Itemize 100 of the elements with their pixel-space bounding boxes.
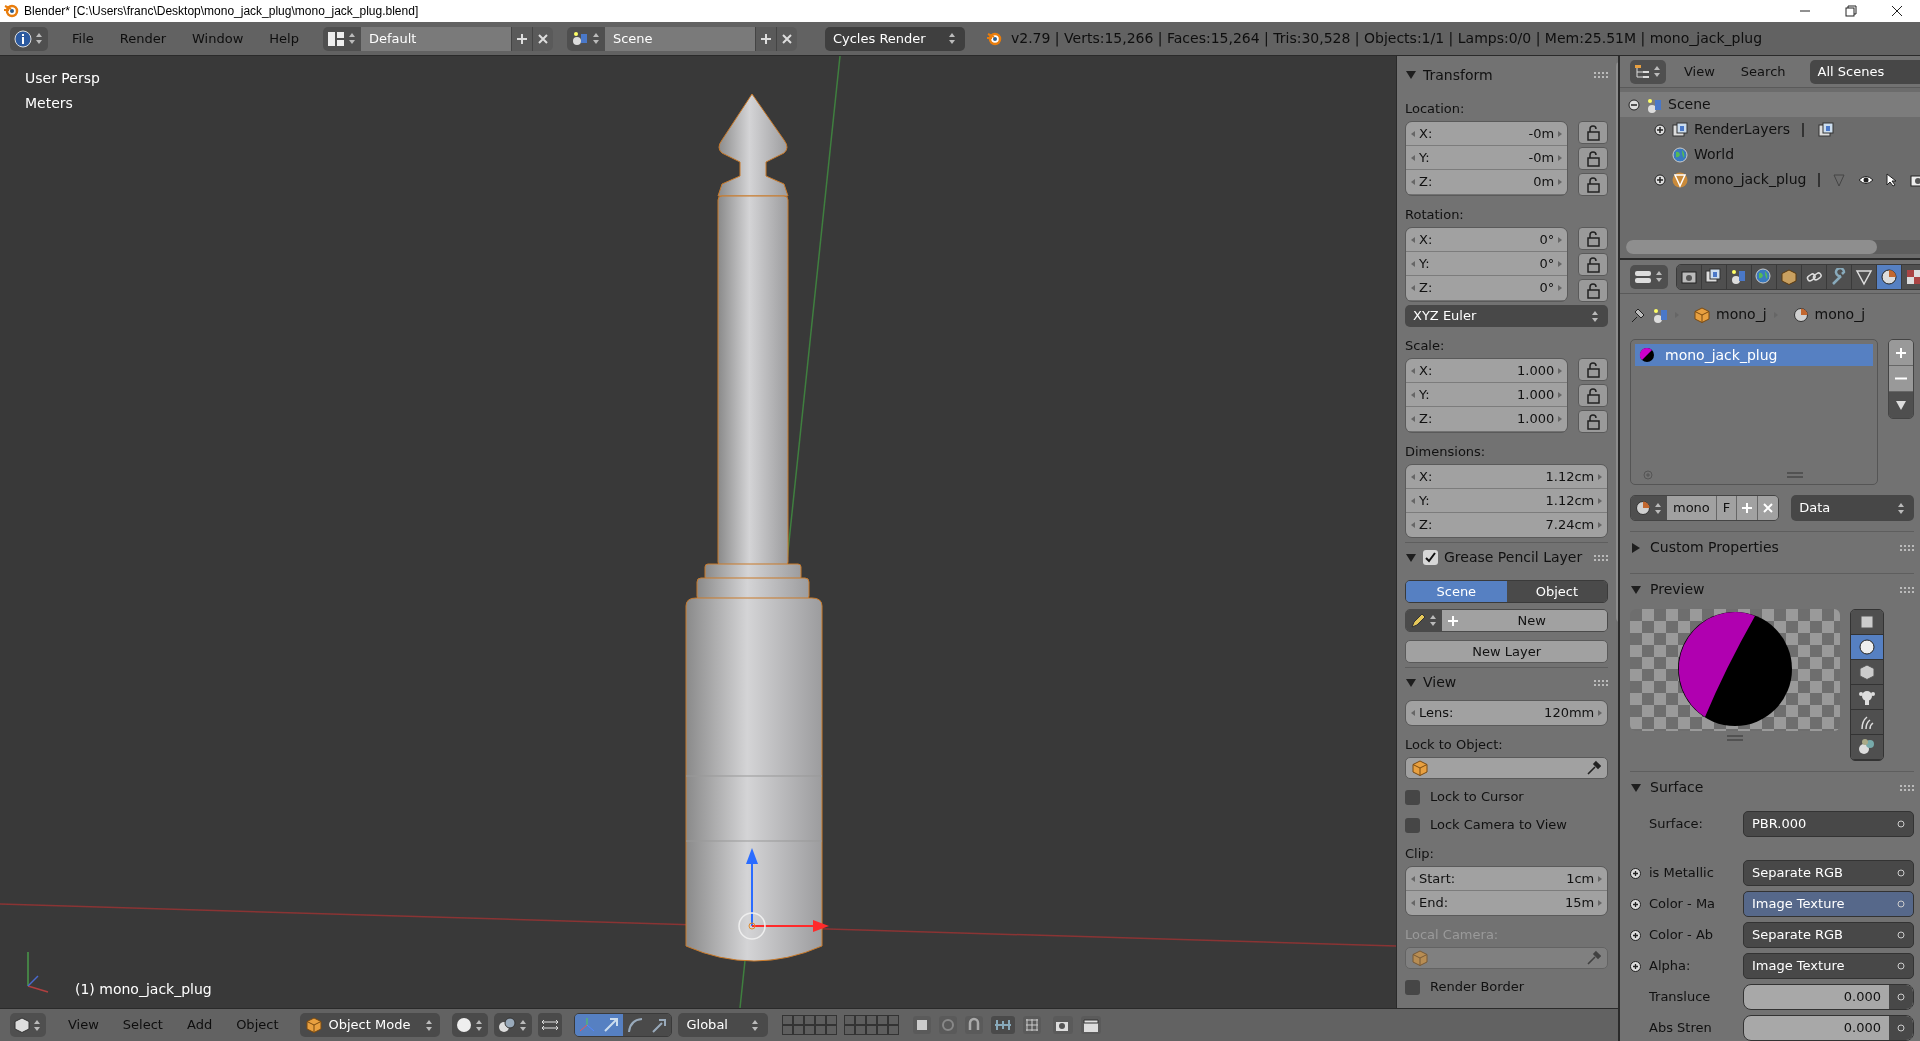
pin-icon[interactable] (1630, 306, 1646, 323)
render-camera-icon[interactable] (1052, 1015, 1075, 1035)
menu-item[interactable]: Search (1732, 61, 1794, 82)
preview-shape-button[interactable] (1851, 635, 1883, 660)
editor-type-button[interactable] (10, 1013, 46, 1037)
add-button[interactable] (510, 26, 532, 51)
node-link-dropdown[interactable]: Separate RGB (1743, 922, 1914, 948)
number-field[interactable]: X: 0° (1406, 228, 1568, 252)
transform-gizmo[interactable] (738, 848, 829, 940)
cursor-icon[interactable] (1886, 172, 1899, 187)
number-field[interactable]: Y: 0° (1406, 252, 1568, 276)
property-tab[interactable] (1752, 264, 1777, 289)
checkbox[interactable] (1405, 979, 1420, 995)
clapperboard-icon[interactable] (1080, 1015, 1103, 1035)
checkbox[interactable] (1423, 550, 1438, 565)
editor-type-button[interactable] (10, 26, 48, 51)
preview-shape-button[interactable] (1851, 735, 1883, 760)
snap-grid-icon[interactable] (1022, 1015, 1043, 1035)
browse-button[interactable] (1631, 496, 1667, 520)
link-dropdown[interactable]: Data (1791, 495, 1914, 521)
images-icon[interactable] (1818, 121, 1835, 138)
add-slot-button[interactable] (1889, 340, 1913, 367)
lock-button[interactable] (1578, 173, 1609, 196)
number-field[interactable]: Start: 1cm (1406, 867, 1608, 891)
mode-dropdown[interactable]: Object Mode (300, 1013, 441, 1037)
panel-title[interactable]: Grease Pencil Layer (1444, 547, 1583, 568)
rotation-mode-dropdown[interactable]: XYZ Euler (1405, 305, 1609, 327)
lock-button[interactable] (1578, 410, 1609, 433)
lock-layers-icon[interactable] (912, 1015, 933, 1035)
lock-button[interactable] (1578, 253, 1609, 276)
lock-button[interactable] (1578, 121, 1609, 144)
shading-dropdown[interactable] (452, 1013, 489, 1037)
object-picker-field[interactable] (1405, 757, 1609, 779)
orientation-dropdown[interactable]: Global (678, 1013, 769, 1037)
manipulator-button[interactable] (599, 1014, 624, 1036)
add-button[interactable] (1737, 496, 1759, 520)
new-layer-button[interactable]: New Layer (1405, 640, 1609, 663)
number-slider[interactable]: 0.000 (1743, 1015, 1914, 1041)
lock-button[interactable] (1578, 358, 1609, 381)
lock-button[interactable] (1578, 227, 1609, 250)
panel-title[interactable]: Surface (1650, 777, 1704, 798)
remove-slot-button[interactable] (1889, 366, 1913, 393)
lock-button[interactable] (1578, 384, 1609, 407)
manipulator-button[interactable] (647, 1014, 672, 1036)
scene-field[interactable]: Scene (604, 26, 755, 51)
number-slider[interactable]: 0.000 (1743, 984, 1914, 1010)
panel-title[interactable]: Custom Properties (1650, 537, 1779, 558)
editor-type-button[interactable] (1630, 59, 1666, 84)
material-name-field[interactable]: mono (1667, 496, 1717, 520)
property-tab[interactable] (1677, 264, 1702, 289)
property-tab[interactable] (1902, 264, 1920, 289)
number-field[interactable]: X: 1.000 (1406, 359, 1568, 383)
panel-title[interactable]: Transform (1423, 64, 1493, 86)
node-link-dropdown[interactable]: Image Texture (1743, 891, 1914, 917)
material-slot[interactable]: mono_jack_plug (1635, 344, 1873, 367)
slot-menu-button[interactable] (1889, 392, 1913, 419)
preview-shape-button[interactable] (1851, 610, 1883, 635)
number-field[interactable]: End: 15m (1406, 891, 1608, 915)
eye-icon[interactable] (1858, 173, 1875, 186)
delete-button[interactable] (775, 26, 797, 51)
panel-title[interactable]: Preview (1650, 579, 1705, 600)
manipulate-center-button[interactable] (538, 1013, 563, 1037)
delete-button[interactable] (531, 26, 553, 51)
property-tab[interactable] (1702, 264, 1727, 289)
fake-user-button[interactable]: F (1716, 496, 1738, 520)
preview-shape-button[interactable] (1851, 685, 1883, 710)
delete-button[interactable] (1758, 496, 1779, 520)
preview-shape-button[interactable] (1851, 660, 1883, 685)
property-tab[interactable] (1827, 264, 1852, 289)
tree-item[interactable]: RenderLayers (1620, 117, 1920, 142)
number-field[interactable]: Y: 1.12cm (1406, 489, 1608, 513)
number-field[interactable]: Z: 0° (1406, 276, 1568, 300)
property-tab[interactable] (1852, 264, 1877, 289)
tab[interactable]: Scene (1406, 581, 1507, 602)
browse-button[interactable] (566, 26, 605, 51)
number-field[interactable]: Y: 1.000 (1406, 383, 1568, 407)
snap-increment-icon[interactable] (990, 1015, 1017, 1035)
render-engine-dropdown[interactable]: Cycles Render (824, 26, 965, 51)
number-field[interactable]: X: 1.12cm (1406, 465, 1608, 489)
number-field[interactable]: Lens: 120mm (1406, 701, 1608, 725)
manipulator-button[interactable] (623, 1014, 648, 1036)
number-field[interactable]: Z: 0m (1406, 170, 1568, 194)
node-link-dropdown[interactable]: Separate RGB (1743, 860, 1914, 886)
display-mode-dropdown[interactable]: All Scenes (1809, 59, 1920, 84)
checkbox[interactable] (1405, 817, 1420, 833)
number-field[interactable]: X: -0m (1406, 122, 1568, 146)
number-field[interactable]: Z: 1.000 (1406, 407, 1568, 431)
screen-layout-field[interactable]: Default (360, 26, 511, 51)
property-tab[interactable] (1777, 264, 1802, 289)
tree-item[interactable]: Scene (1620, 92, 1920, 117)
lock-button[interactable] (1578, 147, 1609, 170)
pivot-dropdown[interactable] (494, 1013, 533, 1037)
property-tab[interactable] (1877, 264, 1902, 289)
tab[interactable]: Object (1506, 581, 1608, 602)
tree-item[interactable]: mono_jack_plug (1620, 167, 1920, 192)
checkbox[interactable] (1405, 789, 1420, 805)
node-link-dropdown[interactable]: PBR.000 (1743, 811, 1914, 837)
node-link-dropdown[interactable]: Image Texture (1743, 953, 1914, 979)
magnet-icon[interactable] (964, 1015, 985, 1035)
menu-item[interactable]: View (1676, 61, 1723, 82)
